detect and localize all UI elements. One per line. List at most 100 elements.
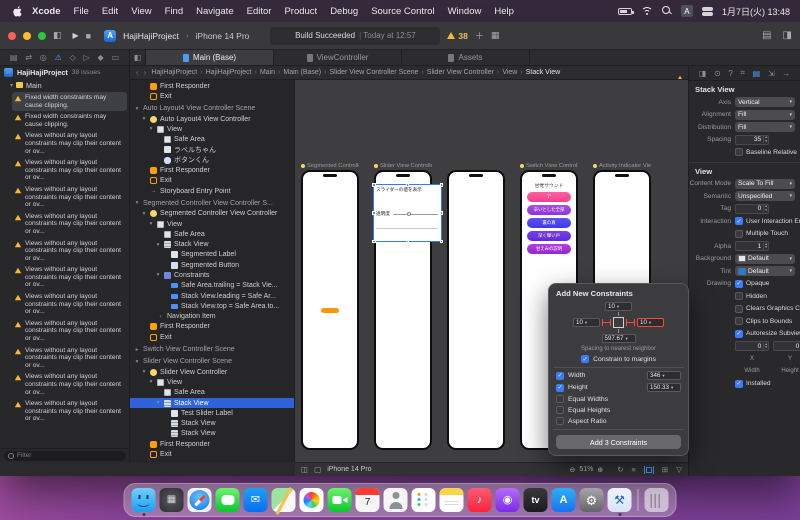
- size-inspector-icon[interactable]: ⇲: [768, 69, 775, 78]
- equal-widths-checkbox[interactable]: [556, 395, 564, 403]
- outline-row[interactable]: ▾ View: [130, 219, 294, 229]
- disclosure-triangle[interactable]: ▾: [148, 221, 154, 227]
- history-inspector-icon[interactable]: ⊙: [714, 69, 721, 78]
- background-popup[interactable]: Default ▾: [735, 253, 795, 264]
- outline-row[interactable]: Exit: [130, 332, 294, 342]
- equal-heights-checkbox[interactable]: [556, 406, 564, 414]
- x-stepper[interactable]: 0 ▴ ▾: [735, 341, 769, 352]
- disclosure-triangle[interactable]: ▾: [134, 359, 140, 365]
- outline-row[interactable]: ▾ Auto Layout4 View Controller Scene: [130, 104, 294, 114]
- editor-options-icon[interactable]: ▤: [762, 30, 771, 41]
- outline-row[interactable]: Safe Area.trailing = Stack Vie...: [130, 281, 294, 291]
- resize-handle[interactable]: [405, 183, 409, 187]
- zoom-in-icon[interactable]: ⊕: [597, 466, 603, 474]
- test-navigator-icon[interactable]: ◇: [70, 53, 76, 62]
- inspector-toggle-icon[interactable]: ◨: [783, 30, 792, 41]
- checkbox-hidden[interactable]: Hidden: [735, 292, 767, 301]
- jump-bar-segment[interactable]: Slider View Controller Scene: [329, 69, 418, 76]
- source-control-navigator-icon[interactable]: ⇄: [25, 53, 32, 62]
- battery-icon[interactable]: [617, 7, 634, 15]
- add-constraints-button[interactable]: Add 3 Constraints: [556, 435, 681, 449]
- dock-finder-icon[interactable]: [131, 488, 156, 516]
- stop-button[interactable]: ■: [86, 31, 91, 41]
- menu-item-file[interactable]: File: [74, 6, 89, 17]
- back-icon[interactable]: ‹: [136, 68, 139, 77]
- outline-row[interactable]: ▾ Segmented Controller View Controller S.…: [130, 198, 294, 208]
- issue-navigator-icon[interactable]: ⚠: [55, 53, 62, 62]
- disclosure-triangle[interactable]: ▾: [134, 200, 140, 206]
- dock-trash-icon[interactable]: [644, 488, 669, 512]
- width-checkbox[interactable]: ✓: [556, 371, 564, 380]
- slider-title-label[interactable]: スライダーの値を表示: [376, 187, 422, 193]
- issue-row[interactable]: Views without any layout constraints may…: [12, 211, 127, 238]
- dock-reminders-icon[interactable]: [411, 488, 436, 512]
- outline-row[interactable]: Exit: [130, 91, 294, 101]
- attributes-inspector-icon[interactable]: ▤: [753, 69, 761, 78]
- outline-row[interactable]: ▾ Slider View Controller: [130, 367, 294, 377]
- distribution-popup[interactable]: Fill ▾: [735, 122, 795, 133]
- menu-item-editor[interactable]: Editor: [247, 6, 272, 17]
- canvas-button[interactable]: 甘えみの説明: [527, 244, 571, 254]
- top-spacing-field[interactable]: 10 ▾: [605, 302, 632, 311]
- scene-title[interactable]: Slider View Controller: [374, 162, 432, 170]
- tab-assets[interactable]: Assets: [402, 50, 530, 65]
- checkbox-opaque[interactable]: ✓ Opaque: [735, 279, 769, 288]
- resize-handle[interactable]: [439, 211, 443, 215]
- issue-row[interactable]: Views without any layout constraints may…: [12, 291, 127, 318]
- checkbox-clips-to-bounds[interactable]: Clips to Bounds: [735, 317, 792, 326]
- checkbox-baseline-relative[interactable]: Baseline Relative: [735, 148, 797, 157]
- outline-row[interactable]: ▾ Stack View: [130, 397, 294, 409]
- checkbox-multiple-touch[interactable]: Multiple Touch: [735, 229, 788, 238]
- disclosure-triangle[interactable]: ▾: [141, 211, 147, 217]
- issue-row[interactable]: Views without any layout constraints may…: [12, 238, 127, 265]
- checkbox-autoresize-subviews[interactable]: ✓Autoresize Subviews: [735, 329, 800, 338]
- embed-icon[interactable]: ⊞: [662, 465, 668, 474]
- wifi-icon[interactable]: [640, 6, 653, 16]
- library-icon[interactable]: ▦: [491, 30, 500, 41]
- dock-messages-icon[interactable]: [215, 488, 240, 512]
- outline-row[interactable]: ▾ Stack View: [130, 239, 294, 249]
- outline-row[interactable]: ボタンくん: [130, 155, 294, 165]
- dock-settings-icon[interactable]: ⚙: [579, 488, 604, 512]
- disclosure-triangle[interactable]: ▾: [155, 400, 161, 406]
- dock-facetime-icon[interactable]: [327, 488, 352, 512]
- dock-xcode-icon[interactable]: ⚒: [607, 488, 632, 516]
- resize-handle[interactable]: [405, 239, 409, 243]
- jump-bar-segment[interactable]: Main: [260, 69, 275, 76]
- jump-bar-segment[interactable]: Slider View Controller: [427, 69, 494, 76]
- orientation-icon[interactable]: ▢: [314, 465, 321, 474]
- issue-row[interactable]: Views without any layout constraints may…: [12, 157, 127, 184]
- resize-handle[interactable]: [372, 183, 376, 187]
- outline-row[interactable]: → Storyboard Entry Point: [130, 186, 294, 196]
- outline-row[interactable]: ▾ View: [130, 124, 294, 134]
- alignment-popup[interactable]: Fill ▾: [735, 109, 795, 120]
- menu-item-window[interactable]: Window: [448, 6, 482, 17]
- breakpoint-navigator-icon[interactable]: ◆: [98, 53, 104, 62]
- dock-mail-icon[interactable]: ✉: [243, 488, 268, 512]
- issue-row[interactable]: Views without any layout constraints may…: [12, 371, 127, 398]
- device-bezel-toggle-icon[interactable]: ◫: [301, 465, 308, 474]
- activity-view[interactable]: Build Succeeded Today at 12:57: [270, 26, 441, 45]
- filter-input[interactable]: Filter: [4, 450, 126, 461]
- update-frames-icon[interactable]: ↻: [617, 465, 623, 474]
- menu-clock[interactable]: 1月7日(火) 13:48: [722, 5, 790, 18]
- slider-knob[interactable]: [407, 211, 412, 216]
- bottom-spacing-field[interactable]: 597.67 ▾: [601, 334, 636, 343]
- jump-bar-segment[interactable]: HajiHajiProject: [206, 69, 252, 76]
- left-spacing-field[interactable]: 10 ▾: [573, 318, 600, 327]
- outline-row[interactable]: First Responder: [130, 165, 294, 175]
- forward-icon[interactable]: ›: [144, 68, 147, 77]
- debug-navigator-icon[interactable]: ▷: [84, 53, 90, 62]
- issue-row[interactable]: Fixed width constraints may cause clippi…: [12, 111, 127, 130]
- slider-control[interactable]: [392, 211, 438, 216]
- tab-main-base-[interactable]: Main (Base): [146, 50, 274, 65]
- issue-row[interactable]: Views without any layout constraints may…: [12, 318, 127, 345]
- add-button[interactable]: ＋: [475, 29, 484, 42]
- y-stepper[interactable]: 0▴▾: [773, 341, 800, 352]
- resize-handle[interactable]: [439, 183, 443, 187]
- run-button[interactable]: ▶: [73, 31, 79, 40]
- quick-help-inspector-icon[interactable]: ?: [728, 69, 732, 78]
- scene-title[interactable]: [447, 162, 505, 170]
- outline-row[interactable]: ▸ Switch View Controller Scene: [130, 344, 294, 354]
- project-issues-header[interactable]: A HajiHajiProject 38 issues: [0, 66, 129, 79]
